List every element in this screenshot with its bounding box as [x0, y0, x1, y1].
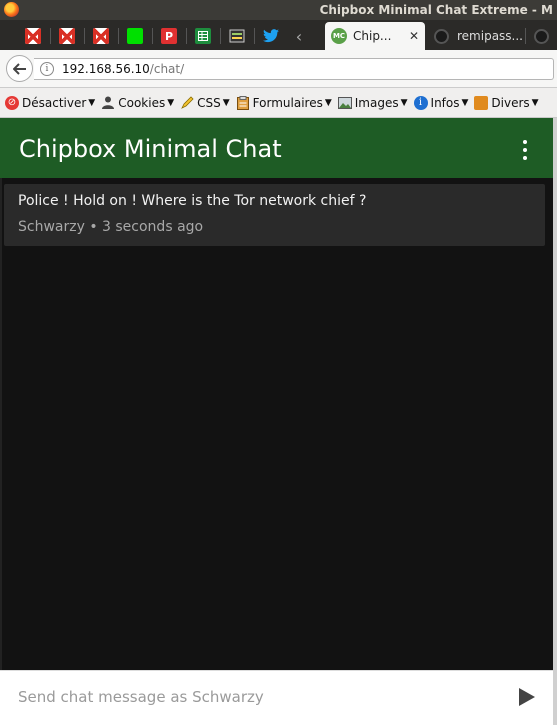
toolbar-menu-label: Formulaires [252, 95, 323, 110]
sheets-icon [195, 28, 211, 44]
tab-chipbox-active[interactable]: MC Chip... ✕ [325, 22, 425, 50]
chevron-down-icon: ▼ [167, 97, 175, 108]
monitor-icon [229, 28, 245, 44]
web-developer-toolbar: ⊘ Désactiver ▼ Cookies ▼ CSS ▼ Formulaires ▼… [0, 88, 557, 118]
tab-close-icon[interactable]: ✕ [409, 29, 419, 43]
tab-separator [84, 28, 85, 44]
pinned-tab-monitor[interactable] [222, 24, 252, 48]
toolbar-menu-label: Désactiver [22, 95, 87, 110]
gmail-icon [93, 28, 109, 44]
toolbar-menu-label: Divers [491, 95, 530, 110]
chevron-down-icon: ▼ [531, 97, 539, 108]
toolbar-menu-label: Cookies [118, 95, 166, 110]
url-host: 192.168.56.10 [62, 62, 150, 76]
tab-github-2[interactable] [528, 24, 557, 48]
toolbar-menu-label: Images [354, 95, 399, 110]
pinned-tab-pocket[interactable]: P [154, 24, 184, 48]
pinned-tab-green[interactable] [120, 24, 150, 48]
url-path: /chat/ [149, 62, 185, 76]
toolbar-menu-label: CSS [197, 95, 221, 110]
navigation-bar: i 192.168.56.10/chat/ [0, 50, 557, 88]
tab-label: Chip... [353, 29, 392, 43]
chevron-down-icon: ▼ [88, 97, 96, 108]
toolbar-menu-cookies[interactable]: Cookies ▼ [101, 96, 174, 110]
twitter-icon [263, 28, 279, 44]
github-icon [434, 28, 449, 44]
block-icon: ⊘ [5, 95, 19, 110]
chevron-down-icon: ▼ [222, 97, 230, 108]
tab-separator [525, 28, 526, 44]
tab-separator [152, 28, 153, 44]
pinned-tab-gmail-3[interactable] [86, 24, 116, 48]
back-arrow-icon [12, 62, 26, 75]
chat-message-list: Police ! Hold on ! Where is the Tor netw… [0, 178, 553, 670]
minimal-chat-favicon: MC [331, 28, 347, 44]
overflow-menu-icon[interactable] [519, 140, 531, 160]
gmail-icon [25, 28, 41, 44]
chat-composer [0, 670, 553, 725]
misc-icon [474, 95, 489, 110]
tab-scroll-left-icon[interactable]: ‹ [284, 24, 314, 48]
chevron-down-icon: ▼ [324, 97, 332, 108]
message-text: Police ! Hold on ! Where is the Tor netw… [18, 193, 367, 209]
pinned-tab-twitter[interactable] [256, 24, 286, 48]
tab-label: remipass... [457, 29, 523, 43]
tab-separator [50, 28, 51, 44]
pocket-icon: P [161, 28, 177, 44]
app-title: Chipbox Minimal Chat [19, 135, 282, 163]
tab-separator [118, 28, 119, 44]
site-info-icon[interactable]: i [40, 62, 54, 76]
os-titlebar: Chipbox Minimal Chat Extreme - M [0, 0, 557, 20]
send-icon [519, 688, 535, 706]
chevron-down-icon: ▼ [461, 97, 469, 108]
tab-strip: P ‹ MC Chip... ✕ remipass... [0, 20, 557, 50]
message-meta: Schwarzy • 3 seconds ago [18, 219, 204, 235]
pinned-tab-sheets[interactable] [188, 24, 218, 48]
chevron-down-icon: ▼ [400, 97, 408, 108]
gmail-icon [59, 28, 75, 44]
send-button[interactable] [518, 687, 536, 707]
address-bar[interactable]: i 192.168.56.10/chat/ [34, 58, 554, 80]
toolbar-menu-divers[interactable]: Divers ▼ [474, 95, 539, 110]
github-icon [534, 28, 549, 44]
tab-separator [186, 28, 187, 44]
toolbar-menu-images[interactable]: Images ▼ [337, 95, 408, 110]
tab-separator [254, 28, 255, 44]
chat-message-input[interactable] [0, 671, 500, 723]
toolbar-menu-desactiver[interactable]: ⊘ Désactiver ▼ [5, 95, 96, 110]
toolbar-menu-formulaires[interactable]: Formulaires ▼ [236, 95, 332, 110]
back-button[interactable] [6, 55, 33, 82]
chat-message: Police ! Hold on ! Where is the Tor netw… [4, 184, 545, 246]
window-title: Chipbox Minimal Chat Extreme - M [319, 3, 553, 17]
app-header: Chipbox Minimal Chat [0, 118, 557, 178]
window-edge [553, 118, 557, 725]
tab-separator [220, 28, 221, 44]
pencil-icon [180, 96, 194, 110]
pinned-tab-gmail-1[interactable] [18, 24, 48, 48]
firefox-icon[interactable] [4, 2, 19, 17]
clipboard-icon [236, 95, 250, 110]
green-square-icon [127, 28, 143, 44]
toolbar-menu-label: Infos [430, 95, 460, 110]
toolbar-menu-infos[interactable]: i Infos ▼ [413, 95, 469, 110]
pinned-tab-gmail-2[interactable] [52, 24, 82, 48]
image-icon [337, 96, 352, 110]
info-icon: i [413, 95, 428, 110]
toolbar-menu-css[interactable]: CSS ▼ [180, 96, 230, 110]
person-icon [101, 96, 115, 110]
tab-remipass[interactable]: remipass... [428, 24, 523, 48]
